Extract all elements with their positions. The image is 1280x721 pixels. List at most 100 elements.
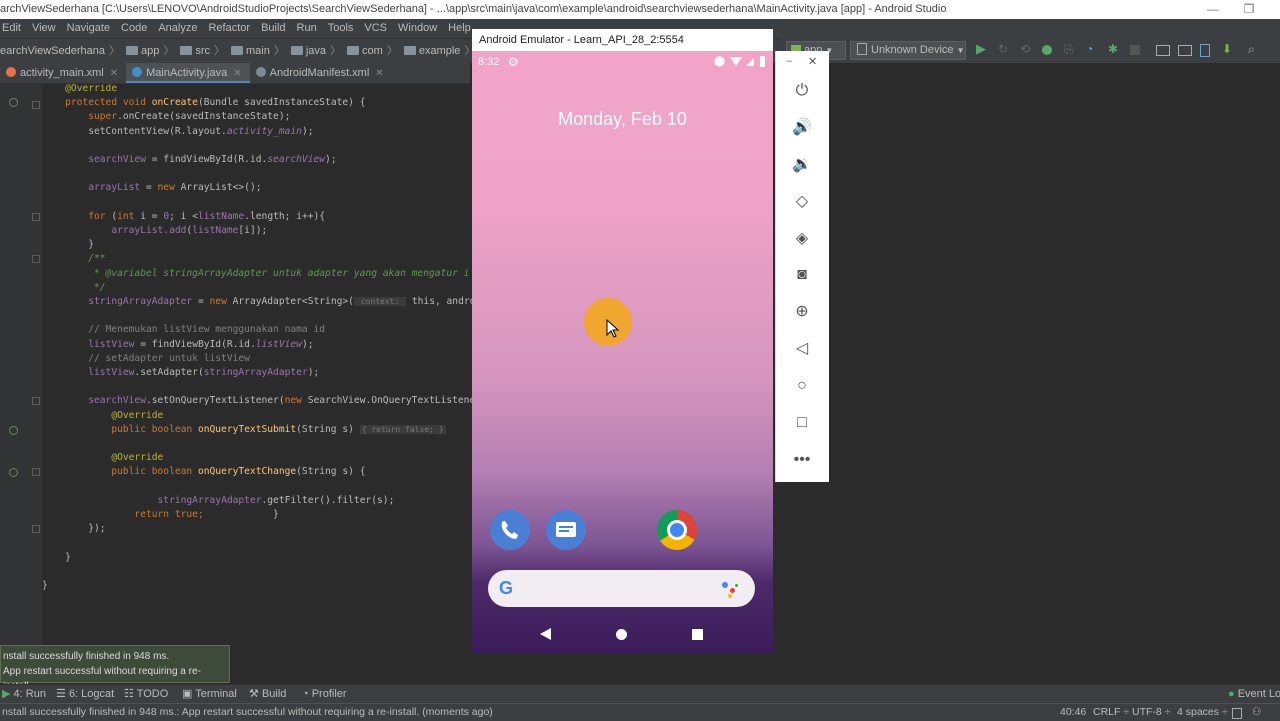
code-line[interactable]: for (int i = 0; i <listName.length; i++)… [42, 210, 325, 224]
debug-icon[interactable] [1042, 45, 1052, 55]
code-line[interactable]: @Override [42, 409, 163, 423]
project-structure-icon[interactable] [1156, 45, 1170, 56]
fold-icon[interactable] [32, 525, 40, 533]
menu-analyze[interactable]: Analyze [158, 22, 197, 34]
menu-tools[interactable]: Tools [328, 22, 354, 34]
restore-icon[interactable]: ❐ [1232, 0, 1266, 19]
editor-tab[interactable]: MainActivity.java ✕ [126, 63, 250, 83]
status-message[interactable]: nstall successfully finished in 948 ms.:… [2, 704, 493, 721]
caret-position[interactable]: 40:46 [1060, 704, 1086, 721]
fold-icon[interactable] [32, 255, 40, 263]
breadcrumb-item[interactable]: com [343, 39, 383, 63]
attach-debugger-icon[interactable]: ✱ [1108, 42, 1122, 56]
chrome-app-icon[interactable] [657, 510, 697, 550]
breadcrumb-item[interactable]: main [227, 39, 270, 63]
code-line[interactable]: public boolean onQueryTextSubmit(String … [42, 423, 446, 437]
code-line[interactable]: arrayList.add(listName[i]); [42, 224, 267, 238]
code-line[interactable]: searchView = findViewById(R.id.searchVie… [42, 153, 336, 167]
code-line[interactable]: super.onCreate(savedInstanceState); [42, 110, 290, 124]
minimize-icon[interactable]: — [1196, 0, 1230, 19]
close-icon[interactable]: ✕ [808, 55, 817, 68]
profiler-tool-button[interactable]: ◔ Profiler [302, 685, 347, 704]
breadcrumb-item[interactable]: app [122, 39, 159, 63]
code-line[interactable]: public boolean onQueryTextChange(String … [42, 465, 365, 479]
rerun-icon[interactable]: ↻ [998, 42, 1012, 56]
fold-icon[interactable] [32, 101, 40, 109]
breadcrumb-item[interactable]: src [176, 39, 210, 63]
code-line[interactable]: @Override [42, 451, 163, 465]
override-marker-icon[interactable] [9, 426, 18, 435]
menu-refactor[interactable]: Refactor [208, 22, 250, 34]
code-line[interactable]: /** [42, 252, 105, 266]
zoom-icon[interactable]: ⊕ [791, 301, 813, 323]
messages-app-icon[interactable] [546, 510, 586, 550]
code-line[interactable]: arrayList = new ArrayList<>(); [42, 181, 261, 195]
nav-back-icon[interactable] [540, 628, 551, 640]
code-line[interactable]: setContentView(R.layout.activity_main); [42, 125, 313, 139]
run-icon[interactable]: ▶ [976, 42, 990, 56]
sdk-manager-icon[interactable]: ⬇ [1222, 42, 1236, 56]
menu-view[interactable]: View [32, 22, 56, 34]
more-icon[interactable]: ••• [791, 449, 813, 471]
code-line[interactable]: searchView.setOnQueryTextListener(new Se… [42, 394, 472, 408]
code-line[interactable]: listView = findViewById(R.id.listView); [42, 338, 313, 352]
event-log-button[interactable]: ● Event Log [1228, 685, 1280, 704]
fold-icon[interactable] [32, 213, 40, 221]
home-icon[interactable]: ○ [791, 375, 813, 397]
breadcrumb-item[interactable]: earchViewSederhana [0, 39, 105, 63]
code-line[interactable]: @Override [42, 84, 117, 96]
fold-icon[interactable] [32, 397, 40, 405]
nav-overview-icon[interactable] [692, 629, 703, 640]
code-line[interactable]: // setAdapter untuk listView [42, 352, 250, 366]
minimize-icon[interactable]: – [786, 55, 792, 67]
override-marker-icon[interactable] [9, 98, 18, 107]
profile-icon[interactable]: ◔ [1086, 42, 1100, 56]
device-select[interactable]: Unknown Device ▼ [850, 41, 966, 60]
menu-run[interactable]: Run [297, 22, 317, 34]
fold-icon[interactable] [32, 468, 40, 476]
override-marker-icon[interactable] [9, 468, 18, 477]
search-icon[interactable]: ⌕ [1248, 42, 1262, 56]
camera-icon[interactable]: ◙ [791, 264, 813, 286]
menu-code[interactable]: Code [121, 22, 147, 34]
menu-help[interactable]: Help [448, 22, 471, 34]
line-separator[interactable]: CRLF ÷ [1093, 704, 1129, 721]
close-tab-icon[interactable]: ✕ [233, 68, 241, 79]
code-editor[interactable]: @Override protected void onCreate(Bundle… [42, 84, 472, 676]
phone-app-icon[interactable] [490, 510, 530, 550]
apply-changes-icon[interactable]: ⟲ [1020, 42, 1034, 56]
close-tab-icon[interactable]: ✕ [110, 68, 118, 79]
menu-edit[interactable]: Edit [2, 22, 21, 34]
code-line[interactable]: } [42, 551, 71, 565]
build-tool-button[interactable]: ⚒ Build [249, 685, 286, 704]
emulator-screen[interactable]: 8:32 ⚙ ⬤ Monday, Feb 10 G [472, 51, 773, 654]
code-line[interactable]: */ [42, 281, 106, 295]
run-tool-button[interactable]: ▶ 4: Run [2, 685, 46, 704]
rotate-left-icon[interactable]: ◇ [791, 191, 813, 213]
code-line[interactable]: listView.setAdapter(stringArrayAdapter); [42, 366, 319, 380]
code-line[interactable]: stringArrayAdapter = new ArrayAdapter<St… [42, 295, 472, 309]
power-icon[interactable]: ⏻ [791, 80, 813, 102]
rotate-right-icon[interactable]: ◈ [791, 228, 813, 250]
code-line[interactable]: return true; } [42, 508, 278, 522]
breadcrumb-item[interactable]: example [400, 39, 460, 63]
attach-icon[interactable]: ⎘ [1064, 42, 1078, 56]
overview-icon[interactable]: □ [791, 412, 813, 434]
code-line[interactable]: }); [42, 522, 105, 536]
code-line[interactable]: } [42, 579, 48, 593]
indent-setting[interactable]: 4 spaces ÷ [1177, 704, 1228, 721]
lock-icon[interactable] [1232, 708, 1242, 719]
install-notification[interactable]: nstall successfully finished in 948 ms. … [0, 645, 230, 692]
code-line[interactable]: stringArrayAdapter.getFilter().filter(s)… [42, 494, 395, 508]
stop-icon[interactable] [1130, 45, 1140, 55]
code-line[interactable]: * @variabel stringArrayAdapter untuk ada… [42, 267, 469, 281]
google-search-bar[interactable]: G [488, 570, 755, 607]
editor-tab[interactable]: activity_main.xml ✕ [0, 63, 126, 83]
nav-home-icon[interactable] [616, 629, 627, 640]
breadcrumb-item[interactable]: java [287, 39, 326, 63]
code-line[interactable]: protected void onCreate(Bundle savedInst… [42, 96, 365, 110]
menu-navigate[interactable]: Navigate [67, 22, 110, 34]
close-tab-icon[interactable]: ✕ [375, 68, 383, 79]
git-icon[interactable]: ⚇ [1252, 704, 1261, 721]
volume-up-icon[interactable]: 🔊 [791, 117, 813, 139]
